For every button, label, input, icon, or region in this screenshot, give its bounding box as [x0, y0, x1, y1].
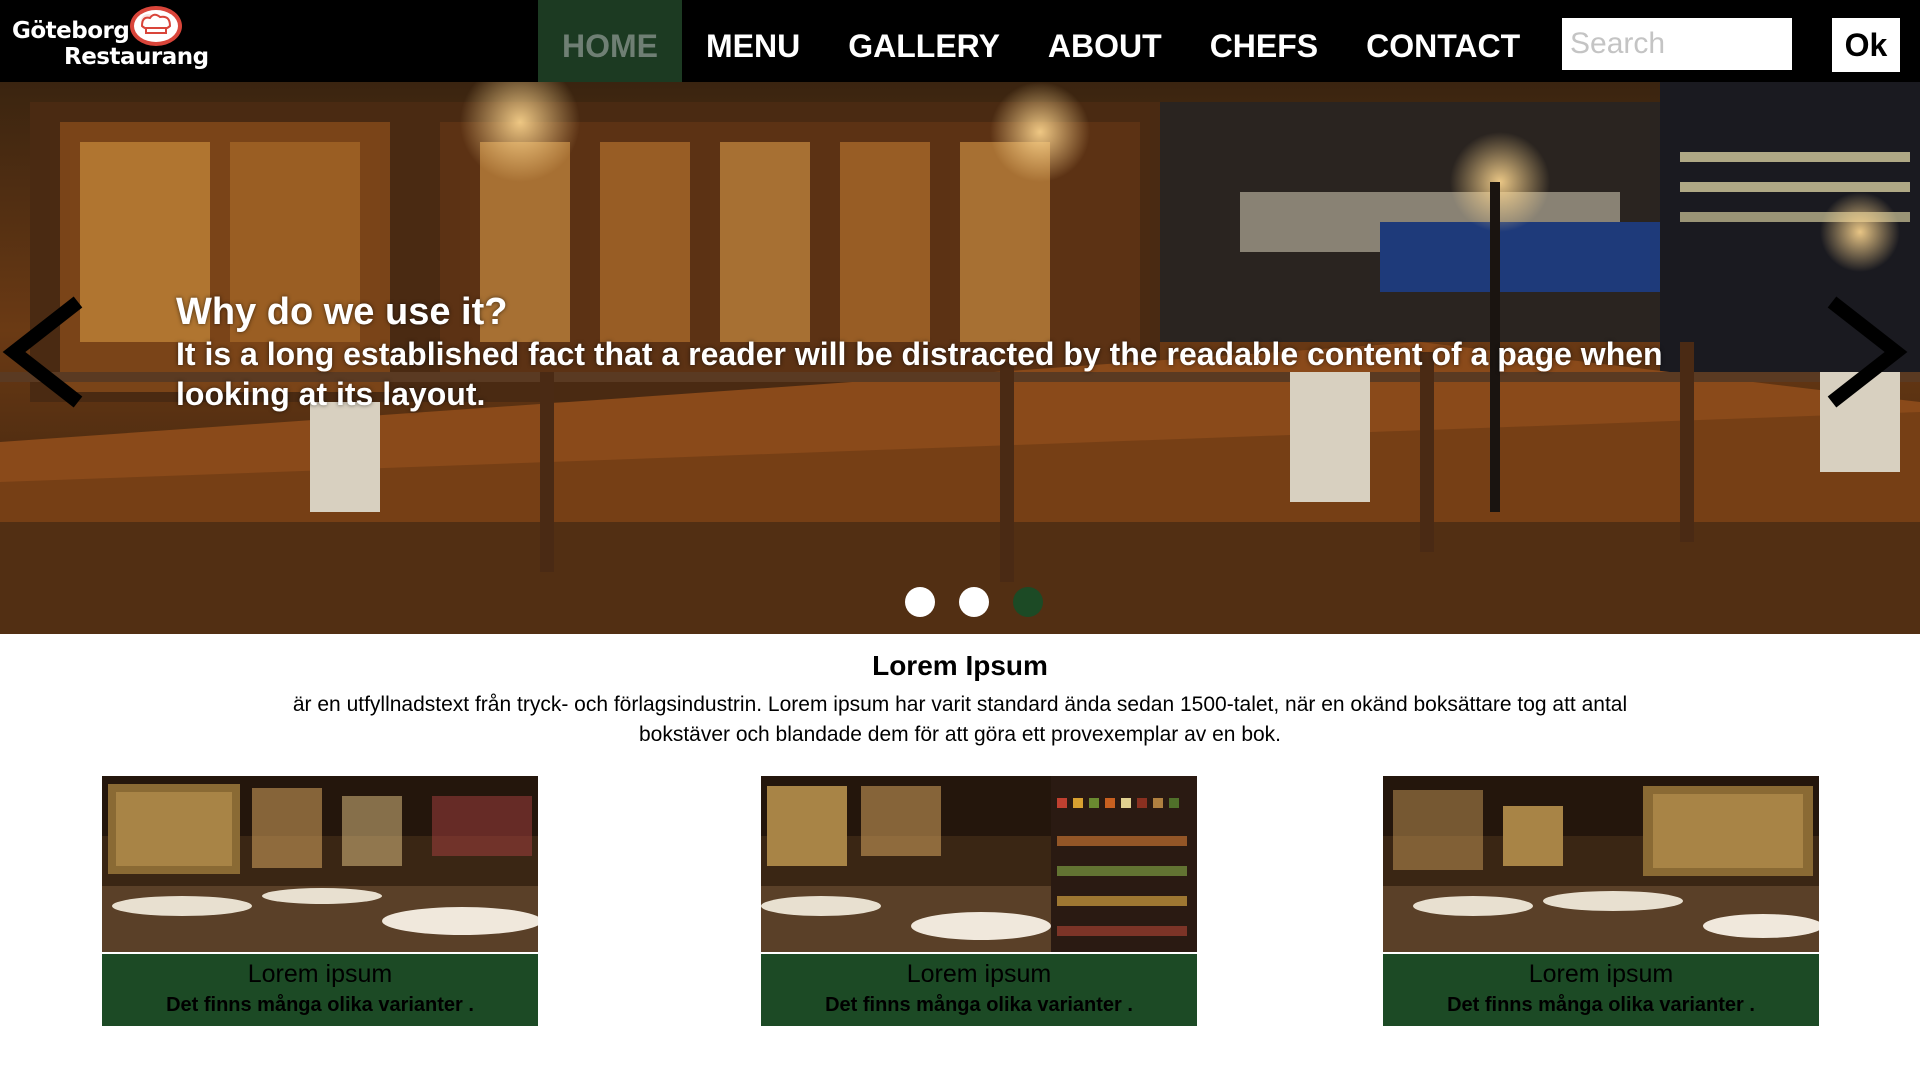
- card-text: Det finns många olika varianter .: [166, 994, 474, 1016]
- nav-item-contact[interactable]: CONTACT: [1342, 0, 1544, 82]
- hero-text: It is a long established fact that a rea…: [176, 336, 1663, 412]
- nav-item-gallery[interactable]: GALLERY: [824, 0, 1024, 82]
- hero-title: Why do we use it?: [176, 291, 508, 333]
- dining-room-image: [102, 776, 538, 952]
- feature-card[interactable]: Lorem ipsum Det finns många olika varian…: [102, 776, 538, 1026]
- search-ok-button[interactable]: Ok: [1832, 18, 1900, 72]
- feature-card[interactable]: Lorem ipsum Det finns många olika varian…: [761, 776, 1197, 1026]
- search-input[interactable]: [1562, 18, 1792, 70]
- card-title: Lorem ipsum: [1528, 960, 1674, 988]
- intro-title: Lorem Ipsum: [872, 650, 1048, 681]
- nav-item-about[interactable]: ABOUT: [1024, 0, 1186, 82]
- dining-room-image: [1383, 776, 1819, 952]
- slider-dot[interactable]: [959, 587, 989, 617]
- logo-text-line2: Restaurang: [64, 44, 209, 70]
- feature-card[interactable]: Lorem ipsum Det finns många olika varian…: [1383, 776, 1819, 1026]
- slider-dots: [905, 587, 1043, 617]
- main-nav: HOME MENU GALLERY ABOUT CHEFS CONTACT: [538, 0, 1544, 82]
- card-caption: Lorem ipsum Det finns många olika varian…: [761, 954, 1197, 1026]
- nav-item-menu[interactable]: MENU: [682, 0, 824, 82]
- card-text: Det finns många olika varianter .: [825, 994, 1133, 1016]
- hero-slider: Why do we use it? It is a long establish…: [0, 82, 1920, 634]
- slider-dot[interactable]: [905, 587, 935, 617]
- chef-hat-icon: [130, 6, 182, 46]
- logo-text-line1: Göteborg: [12, 18, 130, 44]
- nav-item-home[interactable]: HOME: [538, 0, 682, 82]
- card-title: Lorem ipsum: [906, 960, 1052, 988]
- card-caption: Lorem ipsum Det finns många olika varian…: [102, 954, 538, 1026]
- card-text: Det finns många olika varianter .: [1447, 994, 1755, 1016]
- slider-prev-arrow-icon[interactable]: [0, 292, 90, 412]
- card-title: Lorem ipsum: [247, 960, 393, 988]
- intro-text: är en utfyllnadstext från tryck- och för…: [292, 693, 1628, 746]
- dining-room-spice-wall-image: [761, 776, 1197, 952]
- card-caption: Lorem ipsum Det finns många olika varian…: [1383, 954, 1819, 1026]
- nav-item-chefs[interactable]: CHEFS: [1186, 0, 1342, 82]
- slider-dot-active[interactable]: [1013, 587, 1043, 617]
- hero-caption: Why do we use it? It is a long establish…: [176, 290, 1736, 414]
- intro-section: Lorem Ipsum är en utfyllnadstext från tr…: [0, 648, 1920, 750]
- slider-next-arrow-icon[interactable]: [1820, 292, 1910, 412]
- top-navbar: Göteborg Restaurang HOME MENU GALLERY AB…: [0, 0, 1920, 82]
- restaurant-logo[interactable]: Göteborg Restaurang: [8, 4, 209, 76]
